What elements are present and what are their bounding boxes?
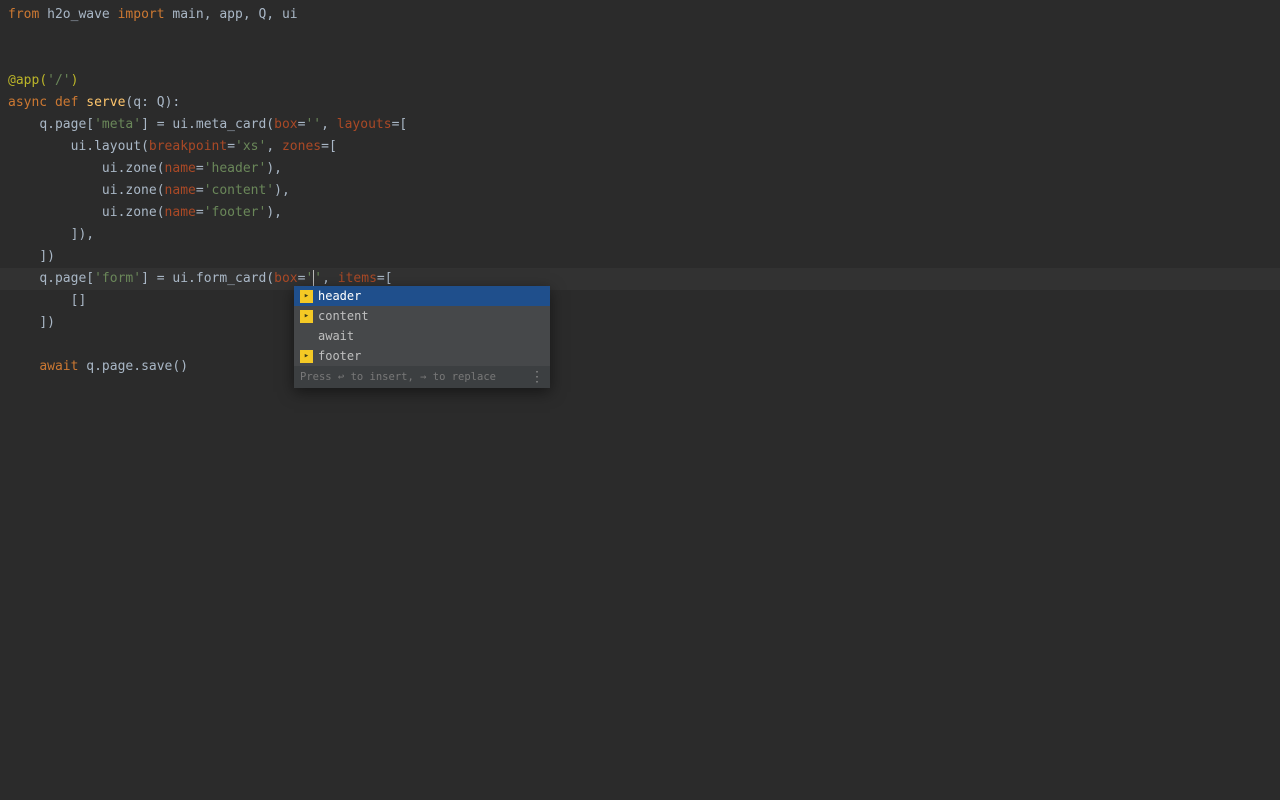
kwarg: breakpoint <box>149 139 227 154</box>
snippet-icon: ▸ <box>300 350 313 363</box>
kwarg: layouts <box>337 117 392 132</box>
import-names: main, app, Q, ui <box>165 7 298 22</box>
keyword-from: from <box>8 7 39 22</box>
code-line[interactable]: from h2o_wave import main, app, Q, ui <box>0 4 1280 26</box>
code-line[interactable]: await q.page.save() <box>0 356 1280 378</box>
autocomplete-popup[interactable]: ▸ header ▸ content await ▸ footer Press … <box>294 286 550 388</box>
string-literal: '/' <box>47 73 70 88</box>
string-literal: 'content' <box>204 183 274 198</box>
autocomplete-label: header <box>318 286 361 306</box>
code-line[interactable] <box>0 48 1280 70</box>
param: q <box>133 95 141 110</box>
keyword-def: def <box>55 95 86 110</box>
kwarg: items <box>338 271 377 286</box>
expr: ] = ui.form_card( <box>141 271 274 286</box>
string-literal: 'meta' <box>94 117 141 132</box>
expr: q.page[ <box>39 117 94 132</box>
paren: ) <box>71 73 79 88</box>
autocomplete-label: footer <box>318 346 361 366</box>
paren: ): <box>165 95 181 110</box>
function-name: serve <box>86 95 125 110</box>
code-line[interactable]: [] <box>0 290 1280 312</box>
code-line[interactable]: async def serve(q: Q): <box>0 92 1280 114</box>
code-line[interactable]: ui.zone(name='content'), <box>0 180 1280 202</box>
autocomplete-label: await <box>318 326 354 346</box>
kwarg: name <box>165 183 196 198</box>
string-literal: 'xs' <box>235 139 266 154</box>
text-cursor <box>313 270 314 286</box>
code-line[interactable] <box>0 26 1280 48</box>
module-name: h2o_wave <box>39 7 117 22</box>
keyword-import: import <box>118 7 165 22</box>
type-annotation: : Q <box>141 95 164 110</box>
code-line[interactable]: ui.zone(name='header'), <box>0 158 1280 180</box>
code-line[interactable] <box>0 334 1280 356</box>
code-line-current[interactable]: q.page['form'] = ui.form_card(box='', it… <box>0 268 1280 290</box>
snippet-icon: ▸ <box>300 310 313 323</box>
expr: ui.zone( <box>102 161 165 176</box>
string-literal: 'header' <box>204 161 267 176</box>
decorator-at: @ <box>8 73 16 88</box>
code-line[interactable]: ]) <box>0 312 1280 334</box>
string-quote: ' <box>314 271 322 286</box>
more-icon[interactable]: ⋮ <box>530 374 544 380</box>
blank-icon <box>300 330 313 343</box>
code-line[interactable]: ]) <box>0 246 1280 268</box>
expr: q.page.save() <box>86 359 188 374</box>
expr: ui.zone( <box>102 205 165 220</box>
expr: ] = ui.meta_card( <box>141 117 274 132</box>
paren: ( <box>39 73 47 88</box>
autocomplete-hint: Press ↩ to insert, → to replace <box>300 367 496 387</box>
decorator-name: app <box>16 73 39 88</box>
string-literal: 'footer' <box>204 205 267 220</box>
expr: ui.layout( <box>71 139 149 154</box>
code-line[interactable]: ui.zone(name='footer'), <box>0 202 1280 224</box>
snippet-icon: ▸ <box>300 290 313 303</box>
autocomplete-footer: Press ↩ to insert, → to replace ⋮ <box>294 366 550 388</box>
code-line[interactable]: q.page['meta'] = ui.meta_card(box='', la… <box>0 114 1280 136</box>
code-line[interactable]: @app('/') <box>0 70 1280 92</box>
autocomplete-item-content[interactable]: ▸ content <box>294 306 550 326</box>
autocomplete-item-await[interactable]: await <box>294 326 550 346</box>
string-literal: 'form' <box>94 271 141 286</box>
expr: q.page[ <box>39 271 94 286</box>
autocomplete-item-header[interactable]: ▸ header <box>294 286 550 306</box>
string-literal: '' <box>305 117 321 132</box>
kwarg: name <box>165 161 196 176</box>
keyword-async: async <box>8 95 55 110</box>
code-line[interactable]: ui.layout(breakpoint='xs', zones=[ <box>0 136 1280 158</box>
kwarg: name <box>165 205 196 220</box>
autocomplete-label: content <box>318 306 369 326</box>
code-editor[interactable]: from h2o_wave import main, app, Q, ui @a… <box>0 0 1280 378</box>
code-line[interactable]: ]), <box>0 224 1280 246</box>
kwarg: box <box>274 117 297 132</box>
kwarg: zones <box>282 139 321 154</box>
expr: ui.zone( <box>102 183 165 198</box>
keyword-await: await <box>39 359 86 374</box>
kwarg: box <box>274 271 297 286</box>
autocomplete-item-footer[interactable]: ▸ footer <box>294 346 550 366</box>
string-quote: ' <box>305 271 313 286</box>
